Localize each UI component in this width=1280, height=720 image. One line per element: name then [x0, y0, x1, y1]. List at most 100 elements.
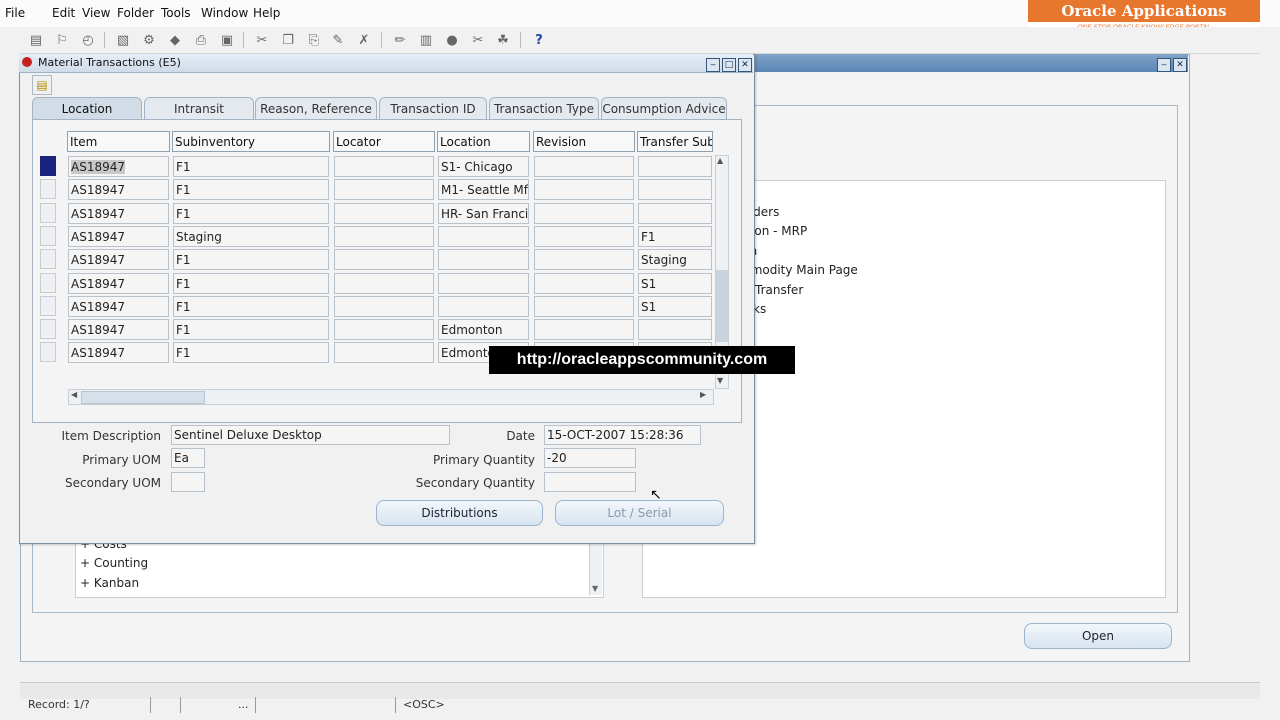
clear-record-icon[interactable]: ✎	[328, 30, 348, 50]
row-selector[interactable]	[40, 342, 56, 363]
delete-icon[interactable]: ✗	[354, 30, 374, 50]
cell-item[interactable]: AS18947	[68, 156, 169, 177]
cell-locator[interactable]	[334, 202, 434, 224]
distributions-button[interactable]: Distributions	[376, 500, 543, 526]
cell-item[interactable]: AS18947	[68, 319, 169, 341]
item-description-field[interactable]: Sentinel Deluxe Desktop	[171, 425, 450, 445]
column-header-subinventory[interactable]: Subinventory	[172, 131, 330, 152]
attachments-icon[interactable]: ✂	[468, 30, 488, 50]
cell-locator[interactable]	[334, 295, 434, 317]
lot-serial-button[interactable]: Lot / Serial	[555, 500, 724, 526]
tab-transaction-id[interactable]: Transaction ID	[379, 97, 487, 119]
scroll-thumb[interactable]	[81, 391, 205, 404]
close-form-icon[interactable]: ▣	[217, 30, 237, 50]
tab-consumption-advice[interactable]: Consumption Advice	[601, 97, 727, 119]
find-icon[interactable]: ⚐	[52, 30, 72, 50]
cell-subinventory[interactable]: F1	[173, 295, 329, 317]
tab-location[interactable]: Location	[32, 97, 142, 120]
cell-revision[interactable]	[534, 295, 634, 317]
cell-location[interactable]	[438, 225, 529, 247]
print-icon[interactable]: ⎙	[191, 30, 211, 50]
cell-revision[interactable]	[534, 225, 634, 247]
copy-icon[interactable]: ❐	[278, 30, 298, 50]
column-header-locator[interactable]: Locator	[333, 131, 435, 152]
maximize-icon[interactable]: □	[722, 58, 736, 72]
cell-transfer-sub[interactable]	[638, 319, 712, 341]
cell-item[interactable]: AS18947	[68, 272, 169, 294]
minimize-icon[interactable]: ‒	[1157, 58, 1171, 72]
zoom-icon[interactable]: ▥	[416, 30, 436, 50]
tab-reason-reference[interactable]: Reason, Reference	[255, 97, 377, 119]
menu-view[interactable]: View	[82, 6, 110, 20]
cell-transfer-sub[interactable]: S1	[638, 272, 712, 294]
column-header-location[interactable]: Location	[437, 131, 530, 152]
cell-revision[interactable]	[534, 156, 634, 177]
primary-uom-field[interactable]: Ea	[171, 448, 205, 468]
secondary-uom-field[interactable]	[171, 472, 205, 492]
scroll-down-icon[interactable]: ▼	[717, 376, 723, 385]
menu-tools[interactable]: Tools	[161, 6, 191, 20]
new-icon[interactable]: ▤	[26, 30, 46, 50]
list-item[interactable]: mmodity Main Page	[739, 263, 858, 277]
cell-locator[interactable]	[334, 225, 434, 247]
scroll-right-icon[interactable]: ▶	[700, 390, 706, 399]
cell-transfer-sub[interactable]: F1	[638, 225, 712, 247]
tab-intransit[interactable]: Intransit	[144, 97, 254, 119]
cell-transfer-sub[interactable]	[638, 179, 712, 201]
cell-locator[interactable]	[334, 319, 434, 341]
cell-revision[interactable]	[534, 202, 634, 224]
cut-icon[interactable]: ✂	[252, 30, 272, 50]
list-item[interactable]: Transfer	[755, 283, 803, 297]
cell-item[interactable]: AS18947	[68, 179, 169, 201]
scroll-up-icon[interactable]: ▲	[717, 156, 723, 165]
cell-transfer-sub[interactable]	[638, 202, 712, 224]
row-selector[interactable]	[40, 179, 56, 200]
list-item[interactable]: + Kanban	[80, 576, 139, 590]
cell-subinventory[interactable]: F1	[173, 319, 329, 341]
cell-subinventory[interactable]: F1	[173, 202, 329, 224]
minimize-icon[interactable]: ‒	[706, 58, 720, 72]
cell-location[interactable]: Edmonton	[438, 319, 529, 341]
cell-revision[interactable]	[534, 272, 634, 294]
cell-item[interactable]: AS18947	[68, 342, 169, 364]
cell-location[interactable]: M1- Seattle Mfg	[438, 179, 529, 201]
cell-transfer-sub[interactable]	[638, 156, 712, 177]
folder-tools-icon[interactable]: ☘	[493, 30, 513, 50]
cell-locator[interactable]	[334, 179, 434, 201]
cell-revision[interactable]	[534, 249, 634, 271]
row-selector[interactable]	[40, 272, 56, 293]
secondary-quantity-field[interactable]	[544, 472, 636, 492]
menu-edit[interactable]: Edit	[52, 6, 75, 20]
close-icon[interactable]: ✕	[738, 58, 752, 72]
cell-location[interactable]	[438, 272, 529, 294]
save-icon[interactable]: ▧	[113, 30, 133, 50]
cell-transfer-sub[interactable]: Staging	[638, 249, 712, 271]
paste-icon[interactable]: ⎘	[304, 30, 324, 50]
row-selector[interactable]	[40, 319, 56, 340]
open-button[interactable]: Open	[1024, 623, 1172, 649]
date-field[interactable]: 15-OCT-2007 15:28:36	[544, 425, 701, 445]
cell-item[interactable]: AS18947	[68, 249, 169, 271]
switch-responsibility-icon[interactable]: ◆	[165, 30, 185, 50]
row-selector[interactable]	[40, 249, 56, 270]
translations-icon[interactable]: ●	[442, 30, 462, 50]
cell-revision[interactable]	[534, 179, 634, 201]
edit-field-icon[interactable]: ✏	[390, 30, 410, 50]
cell-item[interactable]: AS18947	[68, 225, 169, 247]
scroll-thumb[interactable]	[716, 270, 728, 342]
menu-folder[interactable]: Folder	[117, 6, 154, 20]
list-item[interactable]: + Counting	[80, 556, 148, 570]
cell-item[interactable]: AS18947	[68, 295, 169, 317]
cell-subinventory[interactable]: Staging	[173, 225, 329, 247]
cell-subinventory[interactable]: F1	[173, 249, 329, 271]
cell-location[interactable]: S1- Chicago	[438, 156, 529, 177]
cell-revision[interactable]	[534, 319, 634, 341]
close-icon[interactable]: ✕	[1173, 58, 1187, 72]
next-step-icon[interactable]: ⚙	[139, 30, 159, 50]
menu-window[interactable]: Window	[201, 6, 248, 20]
cell-location[interactable]	[438, 249, 529, 271]
cell-locator[interactable]	[334, 249, 434, 271]
cell-transfer-sub[interactable]: S1	[638, 295, 712, 317]
cell-locator[interactable]	[334, 272, 434, 294]
folder-icon[interactable]: ▤	[32, 75, 52, 95]
